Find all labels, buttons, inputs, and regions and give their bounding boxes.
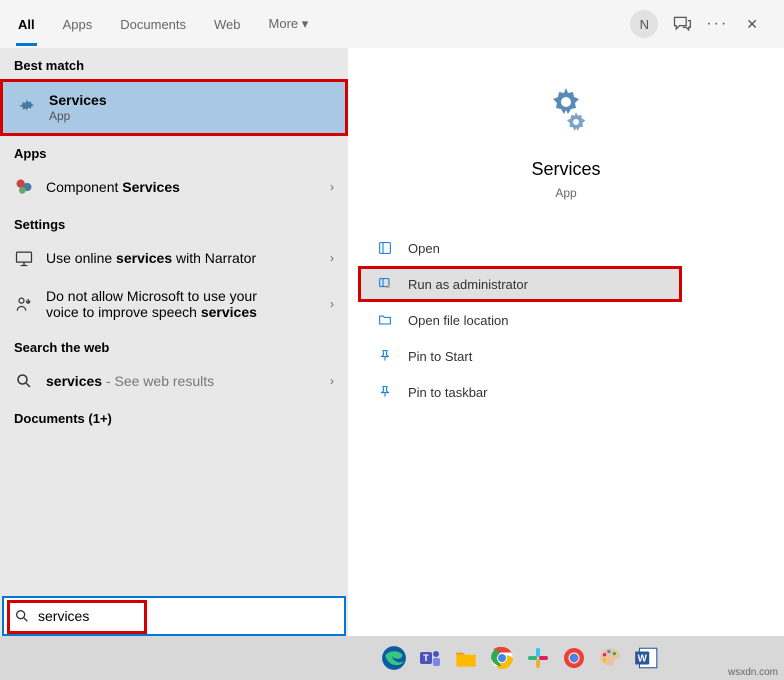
action-pin-taskbar[interactable]: Pin to taskbar (358, 374, 774, 410)
tb-slack-icon[interactable] (524, 644, 552, 672)
close-icon[interactable]: ✕ (742, 12, 762, 37)
result-title: Use online services with Narrator (46, 250, 318, 266)
chevron-right-icon: › (330, 251, 334, 265)
results-panel: Best match Services App Apps Component S… (0, 48, 348, 636)
result-title: Services (49, 92, 331, 108)
tab-web[interactable]: Web (200, 3, 255, 46)
search-bar[interactable] (2, 596, 346, 636)
action-open[interactable]: Open (358, 230, 774, 266)
chevron-right-icon: › (330, 374, 334, 388)
hero-sub: App (348, 186, 784, 200)
chevron-right-icon: › (330, 180, 334, 194)
component-services-icon (14, 177, 34, 197)
hero-title: Services (348, 159, 784, 180)
web-label: Search the web (0, 330, 348, 361)
tb-chrome2-icon[interactable] (560, 644, 588, 672)
chevron-right-icon: › (330, 297, 334, 311)
web-search-services[interactable]: services - See web results › (0, 361, 348, 401)
svg-text:W: W (638, 653, 648, 664)
tab-all[interactable]: All (4, 3, 49, 46)
action-label: Pin to taskbar (408, 385, 488, 400)
person-mic-icon (14, 294, 34, 314)
folder-icon (376, 311, 394, 329)
search-input[interactable] (38, 608, 334, 624)
feedback-icon[interactable] (672, 14, 692, 34)
documents-label: Documents (1+) (0, 401, 348, 432)
action-open-location[interactable]: Open file location (358, 302, 774, 338)
admin-icon (376, 275, 394, 293)
pin-icon (376, 383, 394, 401)
tb-word-icon[interactable]: W (632, 644, 660, 672)
watermark: wsxdn.com (728, 667, 778, 678)
result-title: services - See web results (46, 373, 318, 389)
pin-icon (376, 347, 394, 365)
best-match-services[interactable]: Services App (0, 79, 348, 136)
search-icon (14, 608, 30, 624)
tab-documents[interactable]: Documents (106, 3, 200, 46)
action-label: Open (408, 241, 440, 256)
action-label: Run as administrator (408, 277, 528, 292)
taskbar: T W (0, 636, 784, 680)
tb-chrome-icon[interactable] (488, 644, 516, 672)
user-avatar[interactable]: N (630, 10, 658, 38)
svg-text:T: T (423, 653, 429, 663)
action-label: Open file location (408, 313, 508, 328)
monitor-icon (14, 248, 34, 268)
tab-apps[interactable]: Apps (49, 3, 107, 46)
tb-edge-icon[interactable] (380, 644, 408, 672)
more-options-icon[interactable]: ··· (706, 15, 728, 33)
action-pin-start[interactable]: Pin to Start (358, 338, 774, 374)
filter-tabs: All Apps Documents Web More ▾ N ··· ✕ (0, 0, 784, 48)
action-run-as-admin[interactable]: Run as administrator (358, 266, 682, 302)
apps-component-services[interactable]: Component Services › (0, 167, 348, 207)
setting-speech-services[interactable]: Do not allow Microsoft to use yourvoice … (0, 278, 348, 330)
apps-label: Apps (0, 136, 348, 167)
tb-teams-icon[interactable]: T (416, 644, 444, 672)
best-match-label: Best match (0, 48, 348, 79)
result-title: Component Services (46, 179, 318, 195)
setting-narrator-services[interactable]: Use online services with Narrator › (0, 238, 348, 278)
open-icon (376, 239, 394, 257)
tab-more[interactable]: More ▾ (255, 2, 323, 46)
search-icon (14, 371, 34, 391)
result-sub: App (49, 109, 331, 123)
gear-icon (17, 98, 37, 118)
settings-label: Settings (0, 207, 348, 238)
hero-gear-icon (542, 86, 590, 139)
result-title: Do not allow Microsoft to use yourvoice … (46, 288, 318, 320)
preview-panel: Services App Open Run as administrator O… (348, 48, 784, 636)
tb-paint-icon[interactable] (596, 644, 624, 672)
action-label: Pin to Start (408, 349, 472, 364)
tb-explorer-icon[interactable] (452, 644, 480, 672)
